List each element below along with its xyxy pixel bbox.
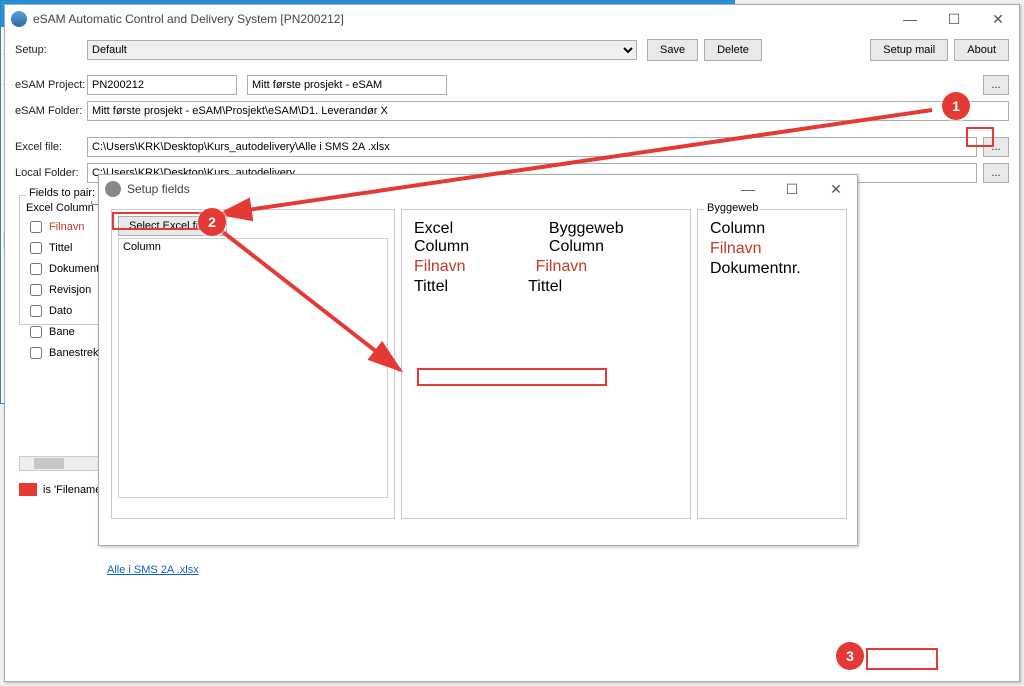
red-swatch-icon bbox=[19, 483, 37, 496]
pair-dokumentnr-check[interactable] bbox=[30, 263, 42, 275]
close-icon[interactable]: ✕ bbox=[983, 11, 1013, 28]
pair-filnavn-check[interactable] bbox=[30, 221, 42, 233]
pair-filnavn-r: Filnavn bbox=[536, 258, 588, 276]
badge-1: 1 bbox=[942, 92, 970, 120]
excel-column-list[interactable]: Column bbox=[118, 238, 388, 498]
setup-mail-button[interactable]: Setup mail bbox=[870, 39, 948, 61]
setup-select[interactable]: Default bbox=[87, 40, 637, 60]
excel-group: Select Excel file::: Column bbox=[111, 209, 395, 519]
pair-revisjon-check[interactable] bbox=[30, 284, 42, 296]
delete-button[interactable]: Delete bbox=[704, 39, 762, 61]
excel-browse-button[interactable]: ... bbox=[983, 137, 1009, 157]
proj-name-input[interactable] bbox=[247, 75, 447, 95]
pair-group: Excel Column Byggeweb Column Filnavn Fil… bbox=[401, 209, 691, 519]
max-icon[interactable]: ☐ bbox=[777, 181, 807, 198]
badge-2: 2 bbox=[198, 208, 226, 236]
local-browse-button[interactable]: ... bbox=[983, 163, 1009, 183]
folder-input[interactable] bbox=[87, 101, 1009, 121]
pair-bane2-check[interactable] bbox=[30, 347, 42, 359]
fields-title: Setup fields bbox=[127, 182, 190, 196]
folder-label: eSAM Folder: bbox=[15, 105, 87, 117]
main-title: eSAM Automatic Control and Delivery Syst… bbox=[33, 12, 344, 26]
byggeweb-group: Byggeweb Column Filnavn Dokumentnr. bbox=[697, 209, 847, 519]
fields-titlebar: Setup fields — ☐ ✕ bbox=[99, 175, 857, 203]
pair-filnavn-l: Filnavn bbox=[414, 258, 466, 276]
footer-file-link[interactable]: Alle i SMS 2A .xlsx bbox=[107, 564, 199, 576]
gear-icon bbox=[105, 181, 121, 197]
setup-label: Setup: bbox=[15, 44, 87, 56]
max-icon[interactable]: ☐ bbox=[939, 11, 969, 28]
close-icon[interactable]: ✕ bbox=[821, 181, 851, 198]
pair-tittel-r: Tittel bbox=[528, 278, 562, 296]
min-icon[interactable]: — bbox=[895, 11, 925, 28]
pair-filnavn-label: Filnavn bbox=[49, 221, 84, 233]
pair-tittel-l: Tittel bbox=[414, 278, 448, 296]
badge-3: 3 bbox=[836, 642, 864, 670]
pair-bane-label: Bane bbox=[49, 326, 75, 338]
pair-bw-hdr: Byggeweb Column bbox=[549, 220, 678, 256]
proj-code-input[interactable] bbox=[87, 75, 237, 95]
proj-browse-button[interactable]: ... bbox=[983, 75, 1009, 95]
excel-label: Excel file: bbox=[15, 141, 87, 153]
pair-tittel-label: Tittel bbox=[49, 242, 72, 254]
app-icon bbox=[11, 11, 27, 27]
pair-dato-check[interactable] bbox=[30, 305, 42, 317]
pair-excel-hdr: Excel Column bbox=[414, 220, 509, 256]
pair-revisjon-label: Revisjon bbox=[49, 284, 91, 296]
excel-input[interactable] bbox=[87, 137, 977, 157]
pair-dato-label: Dato bbox=[49, 305, 72, 317]
main-titlebar: eSAM Automatic Control and Delivery Syst… bbox=[5, 5, 1019, 33]
pair-tittel-check[interactable] bbox=[30, 242, 42, 254]
bw-col-hdr: Column bbox=[704, 216, 840, 238]
bw-dokumentnr: Dokumentnr. bbox=[704, 260, 840, 278]
fields-legend: Fields to pair: bbox=[26, 187, 98, 201]
bw-filnavn: Filnavn bbox=[704, 238, 840, 260]
proj-label: eSAM Project: bbox=[15, 79, 87, 91]
about-button[interactable]: About bbox=[954, 39, 1009, 61]
min-icon[interactable]: — bbox=[733, 181, 763, 198]
bw-legend: Byggeweb bbox=[704, 202, 761, 214]
col-header: Column bbox=[123, 241, 383, 253]
pair-bane-check[interactable] bbox=[30, 326, 42, 338]
local-label: Local Folder: bbox=[15, 167, 87, 179]
save-button[interactable]: Save bbox=[647, 39, 698, 61]
